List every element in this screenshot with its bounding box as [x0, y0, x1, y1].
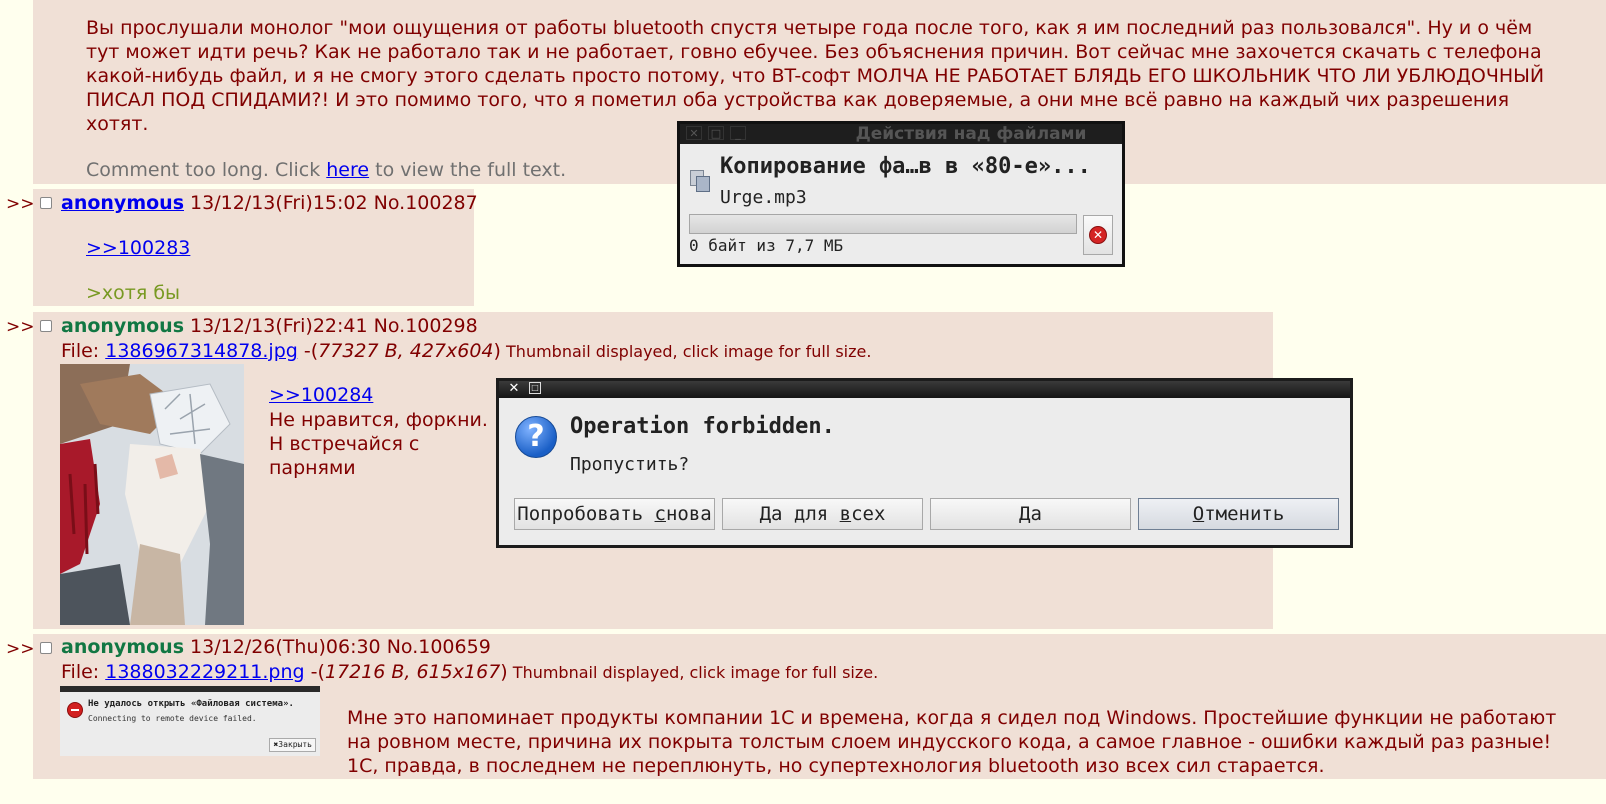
post-datetime: 13/12/13(Fri)15:02 [190, 192, 368, 214]
thumb-close-label: Закрыть [278, 740, 312, 749]
copy-filename: Urge.mp3 [720, 187, 807, 208]
post-header: anonymous 13/12/13(Fri)22:41 No.100298 [61, 314, 478, 338]
file-link[interactable]: 1388032229211.png [105, 661, 304, 683]
view-full-text-link[interactable]: here [326, 159, 369, 181]
post-message: Вы прослушали монолог "мои ощущения от р… [86, 17, 1545, 135]
greentext: >хотя бы [86, 282, 181, 304]
cancel-copy-button[interactable]: ✕ [1083, 215, 1113, 255]
yes-all-label: Да для [759, 503, 840, 525]
post-select-checkbox[interactable] [40, 320, 52, 332]
yes-label: Да [1019, 503, 1042, 525]
quote-link[interactable]: >>100284 [269, 383, 373, 407]
post-header: anonymous 13/12/26(Thu)06:30 No.100659 [61, 635, 491, 659]
post-header: anonymous 13/12/13(Fri)15:02 No.100287 [61, 191, 478, 215]
cancel-button[interactable]: Отменить [1138, 498, 1339, 530]
file-info: File: 1386967314878.jpg -(77327 B, 427x6… [61, 339, 871, 364]
yes-button[interactable]: Да [930, 498, 1131, 530]
post-100287: anonymous 13/12/13(Fri)15:02 No.100287 >… [33, 189, 478, 306]
file-info: File: 1388032229211.png -(17216 B, 615x1… [61, 660, 878, 685]
thumb-error-detail: Connecting to remote device failed. [88, 714, 257, 723]
thumb-error-title: Не удалось открыть «Файловая система». [88, 699, 294, 709]
yes-to-all-button[interactable]: Да для всех [722, 498, 923, 530]
thumb-close-button: ✖Закрыть [269, 738, 316, 752]
file-sep: -( [304, 661, 325, 683]
post-message: Не нравится, форкни. Н встречайся с парн… [269, 409, 488, 479]
post-number[interactable]: No.100287 [374, 192, 478, 214]
thumbnail-note: Thumbnail displayed, click image for ful… [507, 663, 879, 682]
dialog-title: Действия над файлами [855, 124, 1087, 144]
error-icon [67, 702, 83, 718]
dialog-titlebar[interactable]: ✕ □ _ Действия над файлами [680, 124, 1122, 144]
post-message: Мне это напоминает продукты компании 1С … [347, 707, 1557, 777]
question-icon: ? [515, 416, 557, 458]
too-long-suffix: to view the full text. [369, 159, 567, 181]
minimize-icon[interactable]: _ [730, 126, 746, 140]
poster-name: anonymous [61, 636, 184, 658]
file-link[interactable]: 1386967314878.jpg [105, 340, 298, 362]
copy-progress-bar [689, 214, 1077, 234]
file-sep: -( [297, 340, 319, 362]
post-select-checkbox[interactable] [40, 197, 52, 209]
post-datetime: 13/12/13(Fri)22:41 [190, 315, 368, 337]
cancel-label: тменить [1204, 503, 1285, 525]
file-meta: 17216 B, 615x167 [324, 661, 501, 683]
post-arrows: >> [6, 317, 35, 337]
poster-name[interactable]: anonymous [61, 192, 184, 214]
operation-forbidden-dialog: ✕ □ ? Operation forbidden. Пропустить? П… [496, 378, 1353, 548]
post-thumbnail-image[interactable] [60, 364, 244, 625]
file-meta: 77327 B, 427x604 [318, 340, 494, 362]
retry-button[interactable]: Попробовать снова [514, 498, 715, 530]
post-select-checkbox[interactable] [40, 642, 52, 654]
copy-progress-dialog: ✕ □ _ Действия над файлами Копирование ф… [677, 121, 1125, 267]
maximize-icon[interactable]: □ [708, 126, 724, 140]
dialog-titlebar[interactable]: ✕ □ [499, 381, 1350, 398]
copy-files-icon [690, 170, 710, 192]
error-question: Пропустить? [570, 454, 690, 475]
copy-heading: Копирование фа…в в «80-е»... [720, 154, 1091, 179]
file-label: File: [61, 661, 106, 683]
retry-label: Попробовать [517, 503, 655, 525]
poster-name: anonymous [61, 315, 184, 337]
maximize-icon[interactable]: □ [529, 382, 541, 394]
quote-link[interactable]: >>100283 [86, 236, 190, 260]
post-arrows: >> [6, 639, 35, 659]
close-icon[interactable]: ✕ [686, 126, 702, 140]
stop-icon: ✕ [1089, 226, 1107, 244]
comment-too-long-note: Comment too long. Click here to view the… [86, 158, 566, 182]
post-datetime: 13/12/26(Thu)06:30 [190, 636, 381, 658]
copy-status: 0 байт из 7,7 МБ [689, 236, 844, 255]
too-long-prefix: Comment too long. Click [86, 159, 327, 181]
post-number[interactable]: No.100298 [374, 315, 478, 337]
cancel-mnemonic: О [1192, 503, 1205, 525]
retry-mnemonic: с [654, 503, 666, 525]
thumbnail-note: Thumbnail displayed, click image for ful… [500, 342, 872, 361]
post-thumbnail-image[interactable]: Не удалось открыть «Файловая система». C… [60, 686, 320, 756]
retry-label-end: нова [665, 503, 712, 525]
file-label: File: [61, 340, 106, 362]
close-icon[interactable]: ✕ [506, 382, 522, 396]
post-arrows: >> [6, 194, 35, 214]
file-close-paren: ) [493, 340, 501, 362]
post-number[interactable]: No.100659 [387, 636, 491, 658]
yes-all-mnemonic: в [839, 503, 852, 525]
file-close-paren: ) [500, 661, 508, 683]
yes-all-label-end: сех [851, 503, 886, 525]
post-100659: anonymous 13/12/26(Thu)06:30 No.100659 F… [33, 634, 1606, 779]
error-heading: Operation forbidden. [570, 414, 835, 439]
